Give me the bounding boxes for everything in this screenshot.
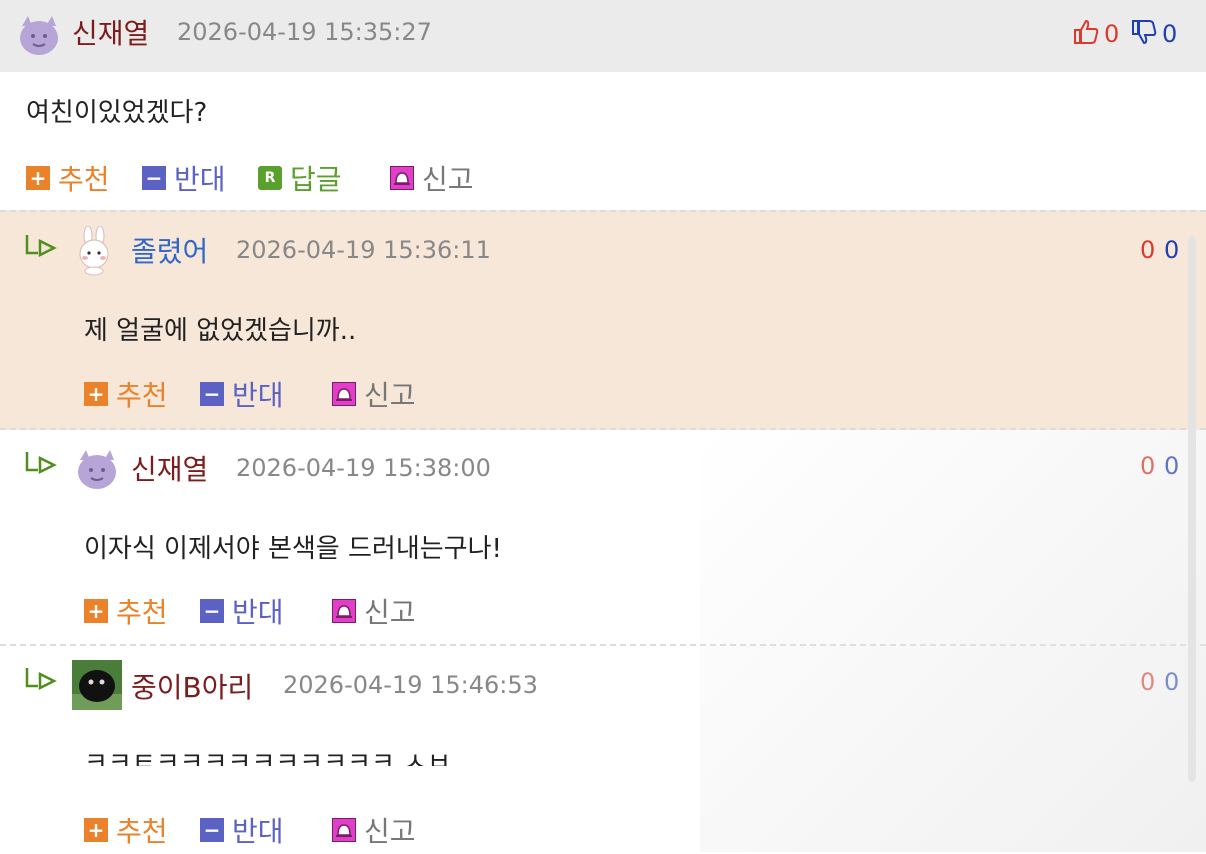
minus-icon: − — [200, 599, 224, 623]
oppose-button[interactable]: − 반대 — [200, 591, 284, 631]
dislike-count[interactable]: 0 — [1164, 236, 1179, 264]
like-count: 0 — [1104, 20, 1120, 48]
like-count[interactable]: 0 — [1140, 236, 1155, 264]
comment-date: 2026-04-19 15:38:00 — [236, 454, 491, 482]
comment-date: 2026-04-19 15:35:27 — [177, 18, 432, 46]
siren-icon — [332, 382, 356, 406]
comment-date: 2026-04-19 15:36:11 — [236, 236, 491, 264]
author-name[interactable]: 중이B아리 — [131, 666, 253, 706]
recommend-button[interactable]: + 추천 — [84, 374, 168, 414]
comment-text: 이자식 이제서야 본색을 드러내는구나! — [84, 534, 502, 564]
avatar[interactable] — [72, 660, 122, 710]
report-button[interactable]: 신고 — [390, 158, 474, 198]
recommend-label: 추천 — [58, 163, 110, 196]
report-button[interactable]: 신고 — [332, 374, 416, 414]
oppose-label: 반대 — [174, 163, 226, 196]
reply-button[interactable]: R 답글 — [258, 158, 342, 198]
recommend-label: 추천 — [116, 379, 168, 412]
comment-text: 여친이있었겠다? — [26, 98, 208, 128]
siren-icon — [332, 599, 356, 623]
reply-arrow-icon — [24, 233, 58, 265]
dislike-count[interactable]: 0 — [1164, 452, 1179, 480]
like-count[interactable]: 0 — [1140, 668, 1155, 696]
comment-text: 제 얼굴에 없었겠습니까.. — [84, 316, 357, 346]
report-label: 신고 — [364, 815, 416, 848]
avatar[interactable] — [74, 225, 114, 276]
comment-text: ㅋㅋㅌㅋㅋㅋㅋㅋㅋㅋㅋㅋㅋ ㅅㅂ — [84, 748, 452, 766]
recommend-button[interactable]: + 추천 — [84, 591, 168, 631]
plus-icon: + — [84, 599, 108, 623]
dislike-count[interactable]: 0 — [1164, 668, 1179, 696]
plus-icon: + — [84, 818, 108, 842]
report-button[interactable]: 신고 — [332, 810, 416, 850]
recommend-label: 추천 — [116, 596, 168, 629]
minus-icon: − — [142, 166, 166, 190]
report-label: 신고 — [364, 379, 416, 412]
avatar[interactable] — [74, 444, 120, 492]
recommend-label: 추천 — [116, 815, 168, 848]
dislike-count: 0 — [1162, 20, 1178, 48]
report-button[interactable]: 신고 — [332, 591, 416, 631]
siren-icon — [390, 166, 414, 190]
comment-date: 2026-04-19 15:46:53 — [283, 671, 538, 699]
like-count[interactable]: 0 — [1140, 452, 1155, 480]
scrollbar[interactable] — [1188, 236, 1196, 782]
author-name[interactable]: 신재열 — [131, 448, 208, 488]
reply-arrow-icon — [24, 666, 58, 698]
thumb-up-icon — [1072, 18, 1100, 50]
oppose-label: 반대 — [232, 379, 284, 412]
avatar[interactable] — [16, 10, 62, 58]
reply-icon: R — [258, 166, 282, 190]
reply-label: 답글 — [290, 163, 342, 196]
siren-icon — [332, 818, 356, 842]
oppose-button[interactable]: − 반대 — [200, 810, 284, 850]
minus-icon: − — [200, 382, 224, 406]
recommend-button[interactable]: + 추천 — [84, 810, 168, 850]
oppose-button[interactable]: − 반대 — [142, 158, 226, 198]
dislike-button[interactable]: 0 — [1130, 18, 1177, 50]
reply-arrow-icon — [24, 450, 58, 482]
report-label: 신고 — [422, 163, 474, 196]
plus-icon: + — [26, 166, 50, 190]
oppose-label: 반대 — [232, 596, 284, 629]
like-button[interactable]: 0 — [1072, 18, 1119, 50]
oppose-label: 반대 — [232, 815, 284, 848]
author-name[interactable]: 졸렸어 — [131, 230, 208, 270]
plus-icon: + — [84, 382, 108, 406]
thumb-down-icon — [1130, 18, 1158, 50]
author-name[interactable]: 신재열 — [72, 12, 149, 52]
recommend-button[interactable]: + 추천 — [26, 158, 110, 198]
minus-icon: − — [200, 818, 224, 842]
report-label: 신고 — [364, 596, 416, 629]
oppose-button[interactable]: − 반대 — [200, 374, 284, 414]
